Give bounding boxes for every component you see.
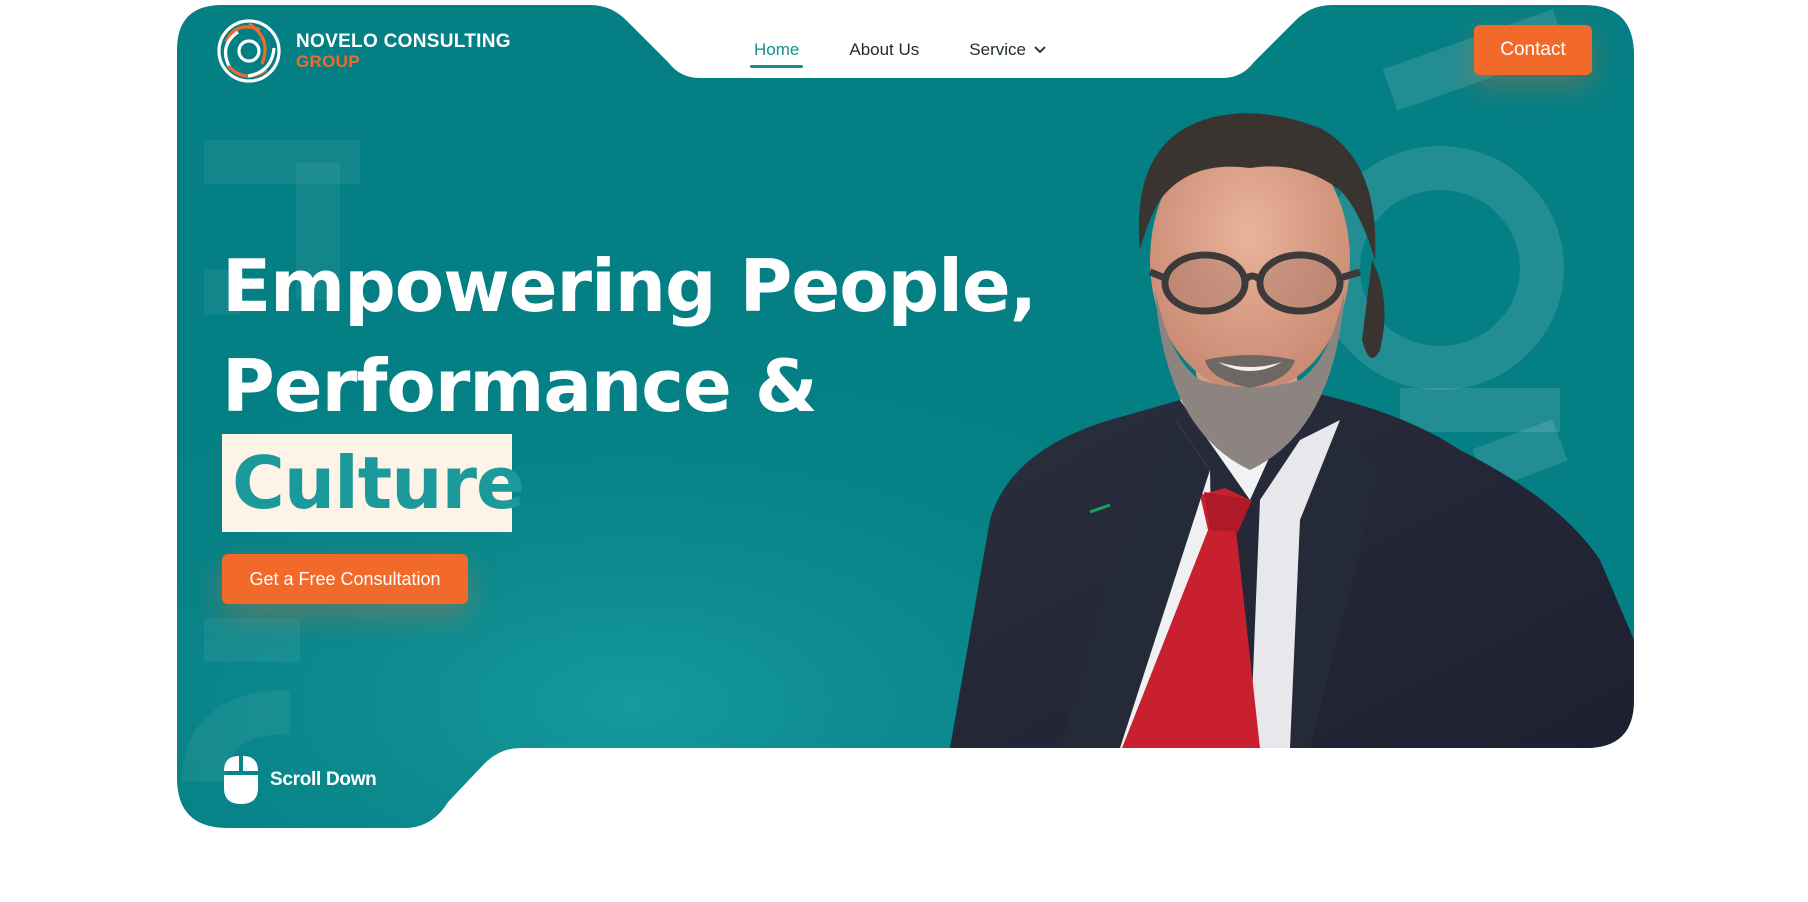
headline-line-2: Performance &: [222, 344, 818, 428]
nav-item-service[interactable]: Service: [963, 36, 1052, 68]
free-consultation-button[interactable]: Get a Free Consultation: [222, 554, 468, 604]
page: NOVELO CONSULTING GROUP Home About Us Se…: [0, 0, 1808, 902]
chevron-down-icon: [1034, 46, 1046, 54]
scroll-down-label: Scroll Down: [270, 769, 377, 790]
scroll-down-link[interactable]: Scroll Down: [222, 754, 377, 806]
brand-logo[interactable]: NOVELO CONSULTING GROUP: [216, 18, 511, 84]
contact-button[interactable]: Contact: [1474, 25, 1592, 75]
nav-item-service-label: Service: [969, 40, 1026, 59]
brand-subname: GROUP: [296, 52, 360, 71]
nav-item-about-us[interactable]: About Us: [843, 36, 925, 68]
brand-name: NOVELO CONSULTING: [296, 31, 511, 52]
mouse-icon: [224, 756, 258, 804]
main-nav: Home About Us Service: [748, 36, 1052, 68]
nav-item-home[interactable]: Home: [748, 36, 805, 68]
interlocking-rings-icon: [217, 19, 281, 83]
headline-highlight-word: Culture: [232, 441, 525, 525]
headline-line-1: Empowering People,: [222, 244, 1037, 328]
hero-headline: Empowering People, Performance &: [222, 236, 1037, 436]
